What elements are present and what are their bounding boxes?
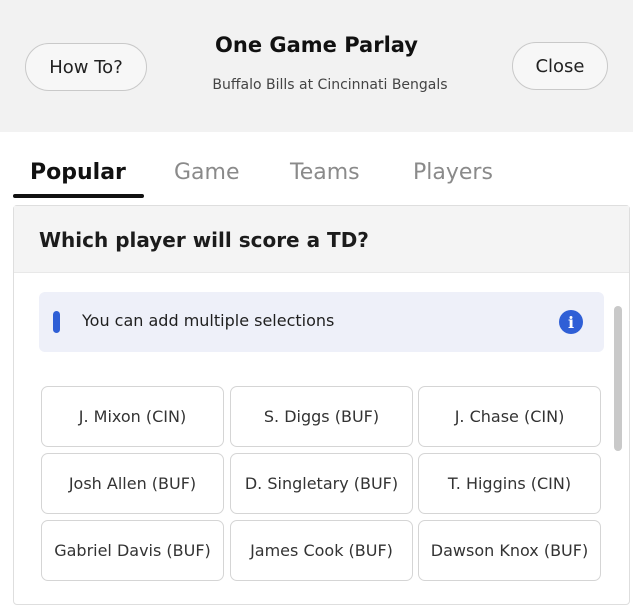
info-accent-bar	[53, 311, 60, 333]
tab-game[interactable]: Game	[174, 160, 240, 185]
selection-button[interactable]: J. Mixon (CIN)	[41, 386, 224, 447]
market-question: Which player will score a TD?	[39, 228, 369, 252]
close-button[interactable]: Close	[512, 42, 608, 90]
selection-button[interactable]: D. Singletary (BUF)	[230, 453, 413, 514]
tab-teams[interactable]: Teams	[290, 160, 360, 185]
tab-popular[interactable]: Popular	[30, 160, 126, 185]
header-bar: How To? One Game Parlay Buffalo Bills at…	[0, 0, 633, 132]
info-text: You can add multiple selections	[82, 311, 335, 330]
tab-bar: Popular Game Teams Players	[0, 152, 633, 202]
info-icon[interactable]: i	[559, 310, 583, 334]
info-banner: You can add multiple selections i	[39, 292, 604, 352]
selection-button[interactable]: Dawson Knox (BUF)	[418, 520, 601, 581]
selection-button[interactable]: Josh Allen (BUF)	[41, 453, 224, 514]
selection-button[interactable]: J. Chase (CIN)	[418, 386, 601, 447]
selection-button[interactable]: James Cook (BUF)	[230, 520, 413, 581]
scrollbar[interactable]	[614, 306, 622, 451]
selection-button[interactable]: S. Diggs (BUF)	[230, 386, 413, 447]
market-panel: Which player will score a TD? You can ad…	[13, 205, 630, 605]
selection-button[interactable]: T. Higgins (CIN)	[418, 453, 601, 514]
active-tab-indicator	[13, 194, 144, 198]
tab-players[interactable]: Players	[413, 160, 493, 185]
market-header[interactable]: Which player will score a TD?	[14, 206, 629, 273]
selection-button[interactable]: Gabriel Davis (BUF)	[41, 520, 224, 581]
